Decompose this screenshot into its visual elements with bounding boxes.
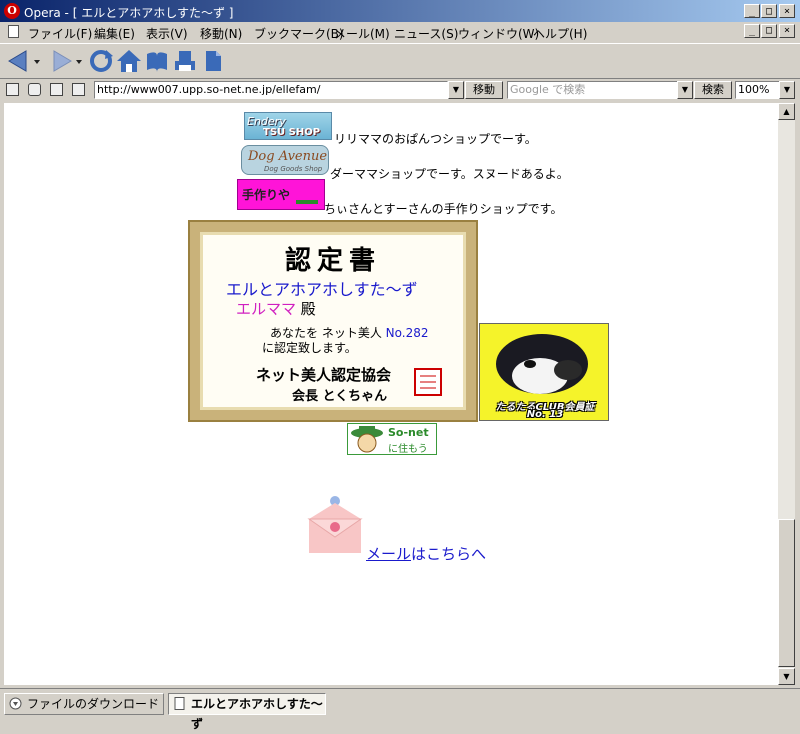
shop-banner-1[interactable]: Endery TSU SHOP bbox=[244, 112, 332, 140]
back-icon[interactable] bbox=[6, 48, 32, 74]
menu-view[interactable]: 表示(V) bbox=[146, 25, 188, 42]
zoom-select[interactable]: 100% bbox=[735, 81, 783, 99]
certificate-president: 会長 とくちゃん bbox=[292, 389, 388, 404]
certificate-text-suffix: に認定致します。 bbox=[262, 341, 357, 355]
certificate-recipient: エルママ 殿 bbox=[236, 298, 316, 319]
tab-downloads[interactable]: ファイルのダウンロード bbox=[4, 693, 164, 715]
scroll-thumb[interactable] bbox=[778, 519, 795, 667]
security-icon[interactable] bbox=[6, 83, 19, 96]
shop-banner-3[interactable]: 手作りや bbox=[237, 179, 325, 210]
shop-banner-1-line2: TSU SHOP bbox=[263, 127, 321, 138]
download-icon bbox=[9, 697, 22, 710]
bookmarks-icon[interactable] bbox=[144, 48, 170, 74]
mascot-icon bbox=[351, 426, 383, 453]
tab-current-page-label: エルとアホアホしすた～ず bbox=[191, 697, 323, 731]
notes-icon[interactable] bbox=[200, 48, 226, 74]
menu-help[interactable]: ヘルプ(H) bbox=[533, 25, 587, 42]
shop-desc-1: リリママのおぱんつショップでーす。 bbox=[334, 132, 537, 146]
shop-banner-3-line1: 手作りや bbox=[242, 188, 291, 202]
certificate: 認定書 エルとアホアホしすた～ず エルママ 殿 あなたを ネット美人 No.28… bbox=[190, 222, 476, 420]
home-icon[interactable] bbox=[116, 48, 142, 74]
opera-icon: O bbox=[4, 3, 20, 19]
search-input[interactable]: Google で検索 bbox=[507, 81, 679, 99]
mail-link-text[interactable]: メール bbox=[366, 545, 411, 563]
back-history-icon[interactable] bbox=[32, 48, 44, 74]
certificate-text-prefix: あなたを ネット美人 bbox=[270, 326, 386, 340]
club-number: No. 13 bbox=[526, 409, 564, 420]
maximize-button[interactable]: □ bbox=[761, 4, 777, 18]
address-dropdown[interactable]: ▼ bbox=[448, 81, 464, 99]
menu-mail[interactable]: メール(M) bbox=[334, 25, 390, 42]
close-button[interactable]: × bbox=[779, 4, 795, 18]
tab-downloads-label: ファイルのダウンロード bbox=[27, 697, 160, 711]
shop-banner-2-line1: Dog Avenue bbox=[248, 149, 328, 164]
print-icon[interactable] bbox=[172, 48, 198, 74]
search-button[interactable]: 検索 bbox=[694, 81, 732, 99]
go-button[interactable]: 移動 bbox=[465, 81, 503, 99]
scroll-down-icon[interactable]: ▼ bbox=[778, 668, 795, 685]
menu-file[interactable]: ファイル(F) bbox=[28, 25, 92, 42]
club-badge[interactable]: たるたるCLUB会員証 No. 13 bbox=[479, 323, 609, 421]
page-viewport: Endery TSU SHOP リリママのおぱんつショップでーす。 Dog Av… bbox=[4, 103, 778, 685]
certificate-title: 認定書 bbox=[284, 246, 381, 276]
reload-icon[interactable] bbox=[88, 48, 114, 74]
sonet-line1: So-net bbox=[388, 426, 429, 439]
page-icon bbox=[174, 697, 185, 710]
zoom-dropdown[interactable]: ▼ bbox=[779, 81, 795, 99]
certificate-honorific: 殿 bbox=[300, 300, 316, 318]
minimize-button[interactable]: _ bbox=[744, 4, 760, 18]
shop-desc-3: ちぃさんとすーさんの手作りショップです。 bbox=[324, 202, 563, 216]
document-icon bbox=[8, 25, 19, 38]
vertical-scrollbar[interactable]: ▲ ▼ bbox=[778, 103, 795, 685]
menubar: ファイル(F) 編集(E) 表示(V) 移動(N) ブックマーク(B) メール(… bbox=[0, 22, 800, 42]
shop-desc-2: ダーママショップでーす。スヌードあるよ。 bbox=[330, 167, 569, 181]
certificate-seal bbox=[414, 368, 442, 396]
tab-current-page[interactable]: エルとアホアホしすた～ず bbox=[168, 693, 326, 731]
print-preview-icon[interactable] bbox=[72, 83, 85, 96]
window-title: Opera - [ エルとアホアホしすた～ず ] bbox=[24, 6, 234, 20]
seal-icon bbox=[420, 375, 436, 389]
forward-icon[interactable] bbox=[48, 48, 74, 74]
certificate-team: エルとアホアホしすた～ず bbox=[226, 280, 418, 299]
tab-bar: ファイルのダウンロード エルとアホアホしすた～ず bbox=[0, 688, 800, 731]
envelope-icon[interactable] bbox=[306, 491, 364, 555]
menu-news[interactable]: ニュース(S) bbox=[394, 25, 458, 42]
menu-window[interactable]: ウィンドウ(W) bbox=[458, 25, 539, 42]
mail-link[interactable]: メールはこちらへ bbox=[366, 543, 486, 564]
navigation-toolbar bbox=[0, 43, 800, 79]
sonet-badge[interactable]: So-net に住もう bbox=[347, 423, 437, 455]
menu-edit[interactable]: 編集(E) bbox=[94, 25, 135, 42]
window-titlebar: O Opera - [ エルとアホアホしすた～ず ] _ □ × bbox=[0, 0, 800, 22]
certificate-org: ネット美人認定協会 bbox=[256, 366, 392, 384]
certificate-number: No.282 bbox=[385, 326, 429, 340]
dog-photo-icon bbox=[496, 334, 588, 394]
page-info-icon[interactable] bbox=[50, 83, 63, 96]
shop-banner-3-bar bbox=[296, 200, 318, 204]
sonet-line2: に住もう bbox=[388, 444, 428, 455]
mail-link-suffix: はこちらへ bbox=[411, 545, 487, 563]
shop-banner-2-line2: Dog Goods Shop bbox=[264, 165, 323, 173]
mdi-minimize-button[interactable]: _ bbox=[744, 24, 760, 38]
address-toolbar: http://www007.upp.so-net.ne.jp/ellefam/ … bbox=[0, 79, 800, 101]
search-engine-dropdown[interactable]: ▼ bbox=[677, 81, 693, 99]
cache-icon[interactable] bbox=[28, 83, 41, 96]
menu-bookmarks[interactable]: ブックマーク(B) bbox=[254, 25, 344, 42]
forward-history-icon[interactable] bbox=[74, 48, 86, 74]
mdi-restore-button[interactable]: □ bbox=[761, 24, 777, 38]
certificate-name: エルママ bbox=[236, 300, 297, 318]
menu-navigation[interactable]: 移動(N) bbox=[200, 25, 242, 42]
scroll-up-icon[interactable]: ▲ bbox=[778, 103, 795, 120]
address-input[interactable]: http://www007.upp.so-net.ne.jp/ellefam/ bbox=[94, 81, 448, 99]
shop-banner-2[interactable]: Dog Avenue Dog Goods Shop bbox=[241, 145, 329, 175]
mdi-close-button[interactable]: × bbox=[779, 24, 795, 38]
